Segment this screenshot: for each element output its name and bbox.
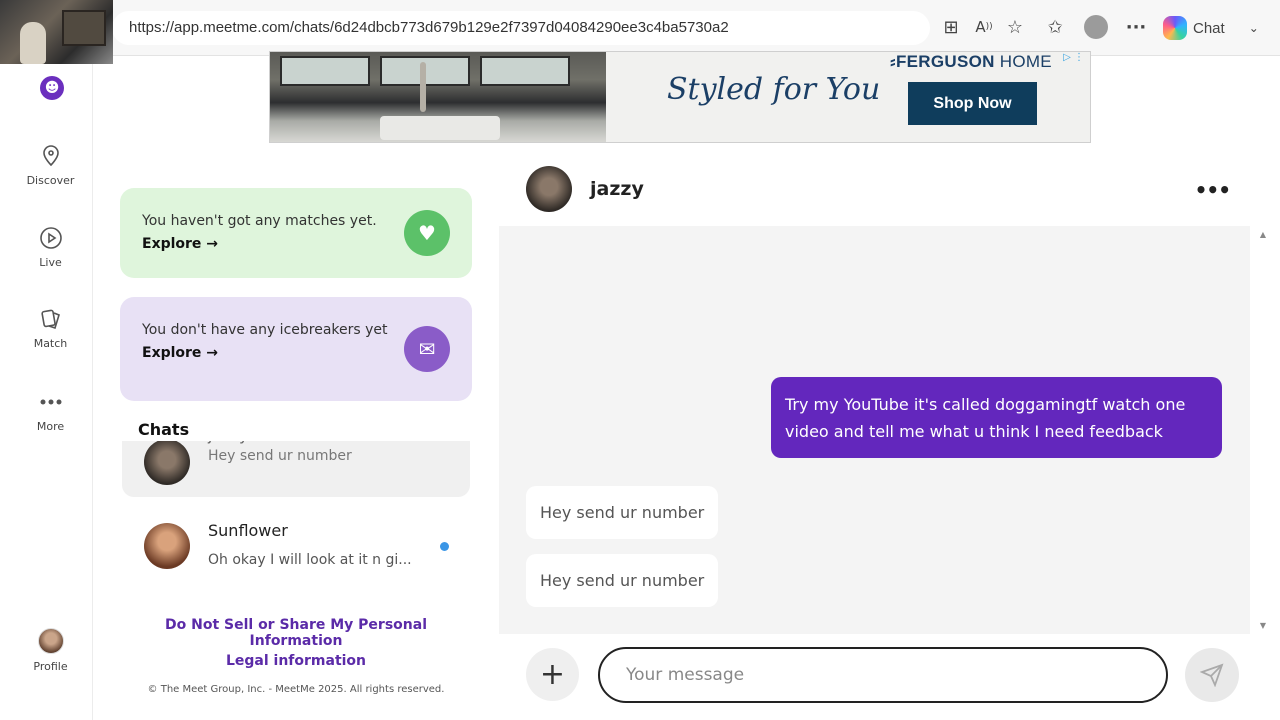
icebreakers-promo-card[interactable]: You don't have any icebreakers yet Explo… [120,297,472,401]
nav-label: Discover [26,174,75,187]
url-text[interactable]: https://app.meetme.com/chats/6d24dbcb773… [129,19,729,36]
chat-last-message: Oh okay I will look at it n gi... [208,552,412,568]
conversation-more-icon[interactable]: ••• [1195,178,1231,202]
icebreakers-promo-text: You don't have any icebreakers yet [142,322,388,338]
privacy-link[interactable]: Do Not Sell or Share My Personal Informa… [120,617,472,649]
conversation-contact-name[interactable]: jazzy [590,178,644,200]
chevron-down-icon: ⌄ [1248,21,1259,35]
browser-menu-icon[interactable]: ··· [1123,14,1149,40]
send-icon [1200,663,1224,687]
chat-list-item[interactable]: jazzy Hey send ur number [122,441,470,497]
message-composer: + [499,640,1280,714]
unread-indicator [440,542,449,551]
more-dots-icon [40,399,61,405]
message-incoming: Hey send ur number [526,554,719,607]
read-aloud-icon[interactable]: A)) [971,14,997,40]
nav-label: More [36,420,65,433]
nav-item-discover[interactable]: Discover [8,144,93,187]
conversation-header: jazzy ••• [499,160,1250,220]
add-attachment-button[interactable]: + [526,648,579,701]
legal-link[interactable]: Legal information [120,653,472,669]
matches-promo-text: You haven't got any matches yet. [142,213,377,229]
webcam-overlay [0,0,113,64]
envelope-icon: ✉ [404,326,450,372]
map-pin-icon [42,145,59,167]
ad-choices-icon[interactable]: ▷ ⋮ [1063,52,1084,63]
play-circle-icon [39,227,62,249]
app-available-icon[interactable]: ⊞ [938,14,964,40]
avatar [37,628,64,654]
chat-list-item[interactable]: Sunflower Oh okay I will look at it n gi… [122,511,470,581]
nav-label: Profile [33,660,68,673]
nav-item-profile[interactable]: Profile [8,628,93,673]
copilot-icon [1163,16,1187,40]
chat-contact-name: jazzy [208,441,249,444]
copilot-chat-button[interactable]: Chat ⌄ [1163,12,1263,44]
favorites-list-icon[interactable]: ✩ [1042,14,1068,40]
copilot-chat-label: Chat [1193,19,1225,37]
plus-icon: + [539,657,566,692]
copyright-text: © The Meet Group, Inc. - MeetMe 2025. Al… [147,684,445,695]
ad-banner[interactable]: Styled for You ⸗FERGUSON HOME ▷ ⋮ Shop N… [269,51,1091,143]
nav-rail: ☻ Discover Live Match More Profile [8,56,93,720]
favorite-star-icon[interactable]: ☆ [1002,14,1028,40]
chat-list: jazzy Hey send ur number Sunflower Oh ok… [120,441,472,591]
avatar [144,441,190,485]
chats-heading: Chats [138,420,190,439]
avatar[interactable] [526,166,572,212]
shop-now-button[interactable]: Shop Now [908,82,1037,125]
message-outgoing: Try my YouTube it's called doggamingtf w… [771,377,1222,458]
nav-label: Match [33,337,68,350]
avatar [144,523,190,569]
matches-explore-link[interactable]: Explore → [142,236,218,252]
message-thread[interactable]: Try my YouTube it's called doggamingtf w… [499,226,1266,634]
scroll-down-arrow-icon[interactable]: ▼ [1260,621,1266,630]
cards-icon [40,309,60,330]
ad-brand-logo: ⸗FERGUSON HOME [890,52,1052,71]
nav-item-match[interactable]: Match [8,307,93,350]
matches-promo-card[interactable]: You haven't got any matches yet. Explore… [120,188,472,278]
ad-tagline: Styled for You [667,72,881,107]
heart-icon: ♥ [404,210,450,256]
scroll-up-arrow-icon[interactable]: ▲ [1260,230,1266,239]
meetme-logo-icon[interactable]: ☻ [40,76,64,100]
message-incoming: Hey send ur number [526,486,719,539]
chat-last-message: Hey send ur number [208,448,352,464]
ad-kitchen-image [270,52,606,142]
nav-label: Live [39,256,62,269]
icebreakers-explore-link[interactable]: Explore → [142,345,218,361]
message-input[interactable] [598,647,1168,703]
address-bar[interactable]: https://app.meetme.com/chats/6d24dbcb773… [112,11,930,45]
nav-item-more[interactable]: More [8,390,93,433]
chat-contact-name: Sunflower [208,521,288,540]
browser-profile-icon[interactable] [1083,14,1109,40]
send-button[interactable] [1185,648,1239,702]
nav-item-live[interactable]: Live [8,226,93,269]
browser-toolbar: https://app.meetme.com/chats/6d24dbcb773… [0,0,1280,56]
